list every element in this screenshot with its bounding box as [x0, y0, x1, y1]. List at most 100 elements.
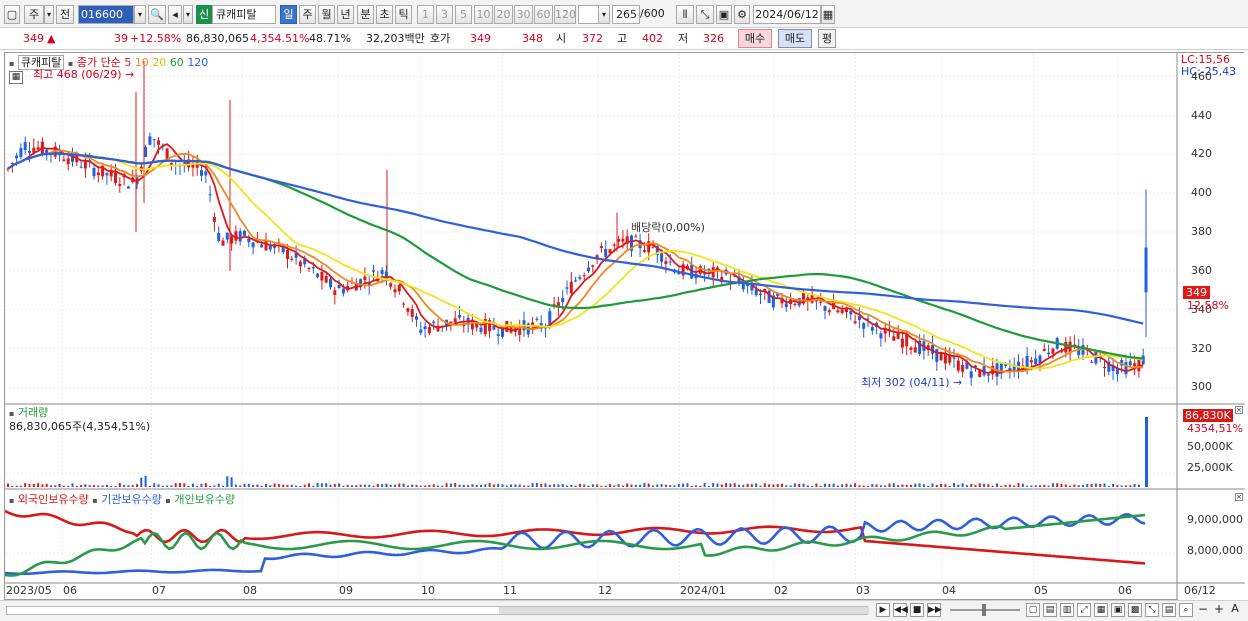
- candle-body: [664, 261, 668, 265]
- volume-bar: [312, 485, 315, 487]
- gear-icon[interactable]: ⚙: [734, 5, 750, 24]
- stock-code-input[interactable]: 016600: [78, 5, 134, 24]
- save-icon[interactable]: ▣: [716, 5, 732, 24]
- interval-10[interactable]: 10: [474, 5, 493, 24]
- search-icon[interactable]: ⌕: [1179, 603, 1193, 617]
- interval-60[interactable]: 60: [534, 5, 553, 24]
- volume-bar: [957, 484, 960, 487]
- price-chart[interactable]: [5, 53, 1245, 601]
- scroll-thumb[interactable]: [499, 607, 869, 614]
- volume-bar: [540, 483, 543, 487]
- volume-bar: [355, 485, 358, 487]
- period-year[interactable]: 년: [337, 5, 354, 24]
- volume-bar: [819, 485, 822, 487]
- volume-bar: [948, 485, 951, 487]
- candle-body: [251, 242, 255, 248]
- candle-body: [324, 276, 328, 283]
- volume-bar: [372, 485, 375, 487]
- candle-body: [397, 284, 401, 292]
- volume-bar: [793, 483, 796, 487]
- stop-icon[interactable]: ■: [910, 603, 924, 617]
- volume-bar: [428, 484, 431, 487]
- zoom-in-icon[interactable]: +: [1212, 603, 1226, 617]
- candle-body: [268, 245, 272, 250]
- volume-bar: [910, 484, 912, 487]
- link-icon[interactable]: ⤢: [1077, 603, 1091, 617]
- individual-holding-line: [5, 513, 1146, 577]
- date-input[interactable]: 2024/06/12: [753, 5, 821, 24]
- prev-button[interactable]: 전: [56, 5, 74, 24]
- volume-bar: [527, 485, 530, 487]
- layout-icon[interactable]: ▢: [1026, 603, 1040, 617]
- calendar-icon[interactable]: ▦: [821, 5, 835, 24]
- close-icon[interactable]: ×: [1235, 406, 1243, 414]
- count-input[interactable]: 265: [612, 5, 640, 24]
- window-icon[interactable]: ▢: [4, 5, 20, 24]
- candle-body: [126, 186, 130, 189]
- period-second[interactable]: 초: [376, 5, 393, 24]
- table-icon[interactable]: ▦: [9, 71, 23, 84]
- scroll-track[interactable]: [6, 606, 869, 615]
- volume-bar: [557, 484, 560, 487]
- volume-bar: [222, 485, 224, 487]
- institution-holding-label: 기관보유수량: [101, 493, 162, 506]
- speaker-icon[interactable]: ◂: [168, 5, 182, 24]
- volume-bar: [544, 483, 547, 487]
- interval-5[interactable]: 5: [455, 5, 472, 24]
- eval-button[interactable]: 평: [818, 29, 836, 48]
- period-minute[interactable]: 분: [357, 5, 374, 24]
- play-icon[interactable]: ▶: [876, 603, 890, 617]
- volume-bar: [746, 483, 749, 487]
- interval-1[interactable]: 1: [417, 5, 434, 24]
- candle-body: [307, 268, 311, 270]
- interval-20[interactable]: 20: [494, 5, 513, 24]
- interval-3[interactable]: 3: [436, 5, 453, 24]
- period-week[interactable]: 주: [299, 5, 316, 24]
- layout-icon[interactable]: ▤: [1043, 603, 1057, 617]
- x-axis-label: 08: [243, 584, 257, 597]
- buy-button[interactable]: 매수: [738, 29, 772, 48]
- chevron-down-icon[interactable]: ▾: [44, 5, 54, 24]
- sell-button[interactable]: 매도: [778, 29, 812, 48]
- candle-icon[interactable]: ⫴: [676, 5, 694, 24]
- volume-bar: [755, 483, 758, 487]
- layout-icon[interactable]: ▥: [1060, 603, 1074, 617]
- interval-30[interactable]: 30: [514, 5, 533, 24]
- chevron-down-icon[interactable]: ▾: [598, 5, 610, 24]
- volume-bar: [110, 485, 113, 487]
- rewind-icon[interactable]: ◀◀: [893, 603, 908, 617]
- menu-icon[interactable]: ▪: [9, 59, 14, 68]
- volume-bar: [286, 484, 289, 487]
- volume-bar: [514, 484, 517, 487]
- period-month[interactable]: 월: [318, 5, 335, 24]
- interval-120[interactable]: 120: [554, 5, 576, 24]
- forward-icon[interactable]: ▶▶: [927, 603, 942, 617]
- ma-60: 60: [169, 56, 184, 69]
- layout-icon[interactable]: ▩: [1128, 603, 1142, 617]
- search-icon[interactable]: 🔍: [148, 5, 166, 24]
- volume-bar: [501, 484, 504, 487]
- auto-scale-icon[interactable]: A: [1228, 603, 1242, 617]
- zoom-slider-handle[interactable]: [982, 604, 986, 616]
- chevron-down-icon[interactable]: ▾: [134, 5, 146, 24]
- chart-area[interactable]: ▪ 큐캐피탈 ▪ 종가 단순 5 10 20 60 120 최고 468 (06…: [4, 52, 1245, 601]
- link-icon[interactable]: ⤡: [1145, 603, 1159, 617]
- close-icon[interactable]: ×: [1235, 493, 1243, 501]
- volume: 86,830,065: [186, 32, 249, 45]
- period-tick[interactable]: 틱: [395, 5, 412, 24]
- layout-icon[interactable]: ▦: [1094, 603, 1108, 617]
- volume-bar: [62, 485, 65, 487]
- crosshair-icon[interactable]: ⤡: [696, 5, 714, 24]
- zoom-out-icon[interactable]: −: [1196, 603, 1210, 617]
- candle-body: [578, 277, 582, 279]
- candle-body: [591, 265, 595, 267]
- layout-icon[interactable]: ▤: [1162, 603, 1176, 617]
- volume-bar: [359, 484, 362, 487]
- candle-body: [415, 316, 418, 320]
- moving-average-line: [7, 152, 1144, 370]
- layout-icon[interactable]: ▣: [1111, 603, 1125, 617]
- market-select[interactable]: 주: [24, 5, 44, 24]
- volume-bar: [591, 484, 594, 487]
- chevron-down-icon[interactable]: ▾: [183, 5, 193, 24]
- period-day[interactable]: 일: [280, 5, 297, 24]
